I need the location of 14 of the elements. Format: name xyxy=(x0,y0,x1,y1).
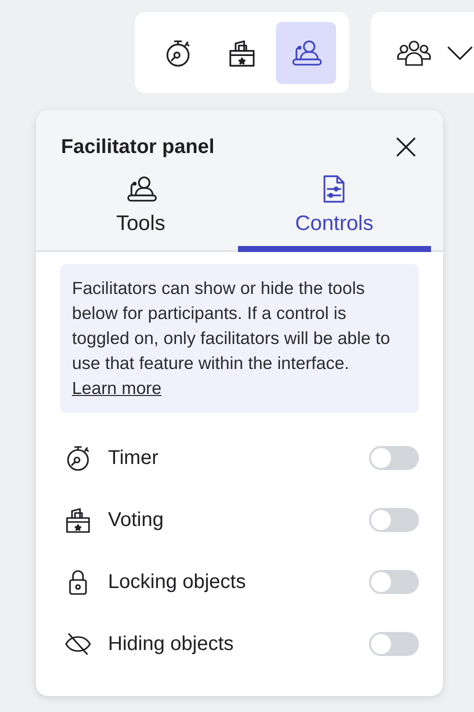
toggle-switch[interactable] xyxy=(369,570,419,594)
learn-more-link[interactable]: Learn more xyxy=(72,378,162,398)
control-label: Voting xyxy=(108,508,165,532)
control-label: Timer xyxy=(108,446,160,470)
panel-tab[interactable]: Tools xyxy=(44,172,238,252)
toggle-switch[interactable] xyxy=(369,508,419,532)
toggle-switch[interactable] xyxy=(369,446,419,470)
info-message: Facilitators can show or hide the tools below for participants. If a control is toggled on, only facilitators will be able to use that feature within the interface. Learn more xyxy=(60,264,419,413)
panel-tab[interactable]: Controls xyxy=(238,172,431,252)
toggle-switch[interactable] xyxy=(369,632,419,656)
control-label: Locking objects xyxy=(108,570,247,594)
control-label: Hiding objects xyxy=(108,632,235,656)
chevron-down-icon xyxy=(447,46,473,60)
panel-title: Facilitator panel xyxy=(61,136,214,158)
